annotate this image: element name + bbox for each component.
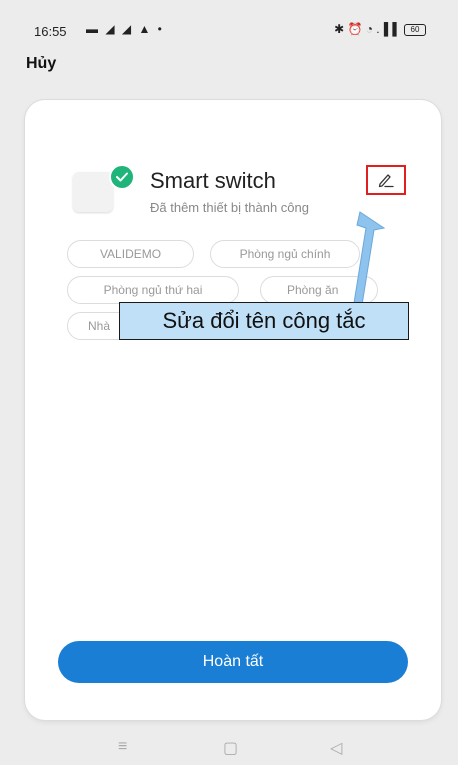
pencil-icon: [378, 174, 394, 188]
notification-icons: ▬ ◢ ◢ ▲ •: [86, 22, 164, 36]
room-chip[interactable]: Phòng ngủ thứ hai: [67, 276, 239, 304]
system-nav-bar: ≡ ▢ ◁: [0, 732, 458, 765]
room-chip[interactable]: VALIDEMO: [67, 240, 194, 268]
status-time: 16:55: [34, 24, 67, 39]
annotation-callout: Sửa đổi tên công tắc: [119, 302, 409, 340]
device-name: Smart switch: [150, 168, 276, 193]
status-bar: 16:55 ▬ ◢ ◢ ▲ • ✱ ⏰ ◔ .▐▐ 60: [0, 0, 458, 40]
device-added-status: Đã thêm thiết bị thành công: [150, 200, 309, 215]
success-check-icon: [109, 164, 135, 190]
menu-icon[interactable]: ≡: [118, 738, 127, 756]
back-icon[interactable]: ◁: [330, 738, 342, 758]
annotation-arrow: [353, 211, 386, 306]
system-icons: ✱ ⏰ ◔ .▐▐ 60: [334, 22, 426, 36]
home-icon[interactable]: ▢: [223, 738, 238, 758]
cancel-button[interactable]: Hủy: [26, 55, 56, 73]
connectivity-icons: ✱ ⏰ ◔ .▐▐: [334, 22, 397, 36]
battery-icon: 60: [404, 23, 426, 36]
smart-switch-icon: [73, 172, 113, 212]
done-button[interactable]: Hoàn tất: [58, 641, 408, 683]
